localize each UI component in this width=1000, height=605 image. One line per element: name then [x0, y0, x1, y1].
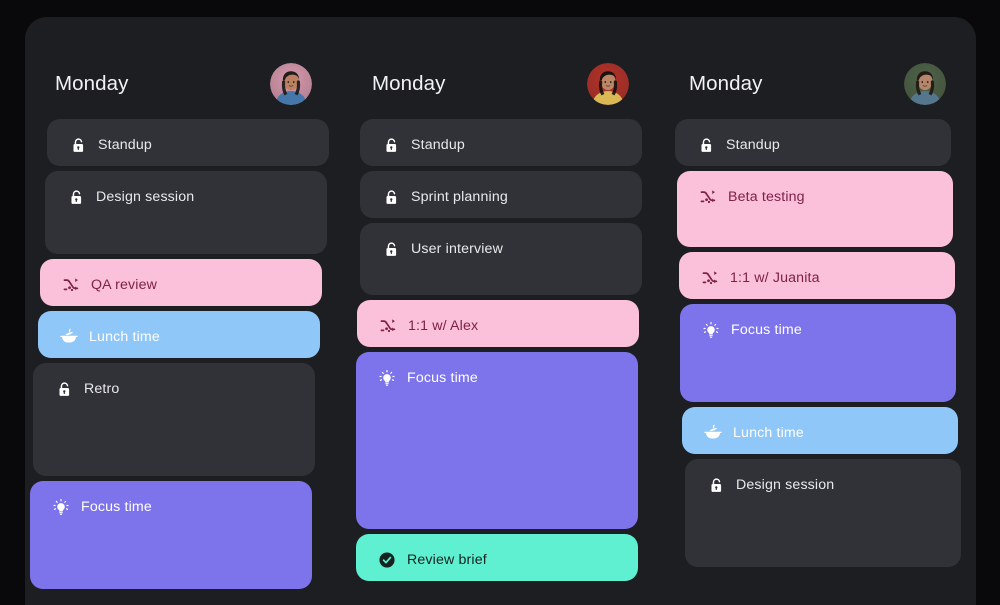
screenshot-root: Monday Standup Design session QA review … [0, 0, 1000, 605]
event-card[interactable]: Lunch time [682, 407, 958, 454]
shuffle-icon [699, 188, 717, 206]
avatar-person-3[interactable] [904, 63, 946, 105]
event-card-label: Beta testing [728, 189, 805, 205]
food-bowl-icon [704, 424, 722, 442]
event-card-content: Design session [685, 476, 961, 494]
event-card[interactable]: Standup [47, 119, 329, 166]
event-card[interactable]: Sprint planning [360, 171, 642, 218]
event-card-content: Sprint planning [360, 188, 642, 206]
event-card[interactable]: Standup [675, 119, 951, 166]
event-card-content: Focus time [680, 321, 956, 339]
event-card-label: Focus time [81, 499, 152, 515]
event-card[interactable]: QA review [40, 259, 322, 306]
event-card-content: 1:1 w/ Juanita [679, 269, 955, 287]
event-card-content: Lunch time [38, 328, 320, 346]
event-card-content: Retro [33, 380, 315, 398]
food-bowl-icon [60, 328, 78, 346]
event-card-list: Standup Sprint planning User interview 1… [342, 119, 659, 581]
lock-open-icon [707, 476, 725, 494]
lightbulb-icon [378, 369, 396, 387]
lock-open-icon [382, 188, 400, 206]
lock-open-icon [55, 380, 73, 398]
day-title: Monday [372, 72, 446, 95]
event-card-content: Lunch time [682, 424, 958, 442]
event-card[interactable]: 1:1 w/ Juanita [679, 252, 955, 299]
avatar-person-2[interactable] [587, 63, 629, 105]
event-card-label: Design session [96, 189, 195, 205]
event-card[interactable]: Standup [360, 119, 642, 166]
event-card-content: Review brief [356, 551, 638, 569]
event-card[interactable]: Focus time [680, 304, 956, 402]
shuffle-icon [62, 276, 80, 294]
event-card-label: Review brief [407, 552, 487, 568]
event-card-label: Lunch time [89, 329, 160, 345]
event-card-content: QA review [40, 276, 322, 294]
event-card-content: Standup [675, 136, 951, 154]
event-card-label: Standup [726, 137, 780, 153]
event-card[interactable]: Lunch time [38, 311, 320, 358]
day-column-2: Monday Standup Sprint planning User inte… [342, 17, 659, 605]
event-card[interactable]: Beta testing [677, 171, 953, 247]
event-card[interactable]: 1:1 w/ Alex [357, 300, 639, 347]
day-column-1: Monday Standup Design session QA review … [25, 17, 342, 605]
lock-open-icon [697, 136, 715, 154]
event-card-content: Focus time [30, 498, 312, 516]
column-header: Monday [55, 55, 312, 113]
avatar-person-1[interactable] [270, 63, 312, 105]
column-header: Monday [372, 55, 629, 113]
event-card-label: QA review [91, 277, 158, 293]
event-card-list: Standup Beta testing 1:1 w/ Juanita Focu… [659, 119, 976, 567]
event-card[interactable]: Focus time [356, 352, 638, 529]
event-card[interactable]: Retro [33, 363, 315, 476]
event-card-content: Beta testing [677, 188, 953, 206]
event-card-label: 1:1 w/ Alex [408, 318, 479, 334]
event-card-content: Standup [360, 136, 642, 154]
event-card-content: User interview [360, 240, 642, 258]
lightbulb-icon [52, 498, 70, 516]
event-card-label: 1:1 w/ Juanita [730, 270, 820, 286]
event-card-content: 1:1 w/ Alex [357, 317, 639, 335]
day-column-3: Monday Standup Beta testing 1:1 w/ Juani… [659, 17, 976, 605]
event-card-label: Standup [411, 137, 465, 153]
event-card-label: Standup [98, 137, 152, 153]
day-title: Monday [55, 72, 129, 95]
event-card[interactable]: User interview [360, 223, 642, 295]
event-card-label: Focus time [407, 370, 478, 386]
event-card-label: Lunch time [733, 425, 804, 441]
event-card-list: Standup Design session QA review Lunch t… [25, 119, 342, 589]
check-circle-icon [378, 551, 396, 569]
event-card-label: Sprint planning [411, 189, 508, 205]
event-card[interactable]: Design session [685, 459, 961, 567]
event-card-content: Focus time [356, 369, 638, 387]
day-columns: Monday Standup Design session QA review … [25, 17, 976, 605]
shuffle-icon [379, 317, 397, 335]
lock-open-icon [67, 188, 85, 206]
event-card-label: User interview [411, 241, 503, 257]
shuffle-icon [701, 269, 719, 287]
lock-open-icon [69, 136, 87, 154]
lock-open-icon [382, 136, 400, 154]
lock-open-icon [382, 240, 400, 258]
lightbulb-icon [702, 321, 720, 339]
event-card-label: Design session [736, 477, 835, 493]
event-card[interactable]: Design session [45, 171, 327, 254]
event-card-content: Standup [47, 136, 329, 154]
day-title: Monday [689, 72, 763, 95]
event-card-label: Retro [84, 381, 120, 397]
event-card-label: Focus time [731, 322, 802, 338]
event-card[interactable]: Review brief [356, 534, 638, 581]
column-header: Monday [689, 55, 946, 113]
event-card[interactable]: Focus time [30, 481, 312, 589]
schedule-panel: Monday Standup Design session QA review … [25, 17, 976, 605]
event-card-content: Design session [45, 188, 327, 206]
